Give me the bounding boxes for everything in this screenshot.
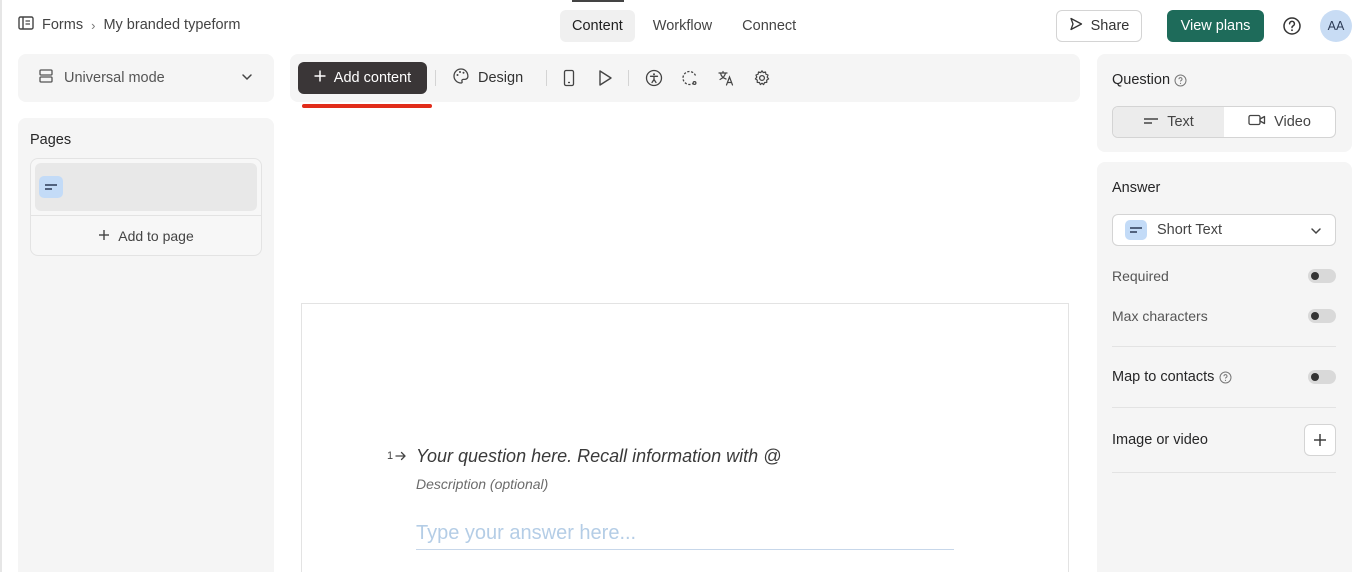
video-icon <box>1248 114 1266 130</box>
plus-icon <box>314 70 326 86</box>
forms-icon <box>18 16 34 34</box>
breadcrumb-forms[interactable]: Forms <box>42 17 83 33</box>
image-video-label: Image or video <box>1112 432 1208 448</box>
palette-icon <box>452 67 470 89</box>
answer-type-select[interactable]: Short Text <box>1112 214 1336 246</box>
avatar[interactable]: AA <box>1320 10 1352 42</box>
share-button[interactable]: Share <box>1056 10 1142 42</box>
required-label: Required <box>1112 268 1169 284</box>
map-contacts-setting: Map to contacts <box>1112 367 1336 387</box>
question-type-text-label: Text <box>1167 114 1194 130</box>
design-label: Design <box>478 70 524 86</box>
breadcrumb: Forms › My branded typeform <box>18 16 240 34</box>
editor-toolbar: Add content Design <box>290 54 1080 102</box>
top-bar: Forms › My branded typeform Content Work… <box>0 0 1369 52</box>
chevron-down-icon <box>1309 224 1323 242</box>
pages-list: Add to page <box>30 158 262 256</box>
max-characters-toggle[interactable] <box>1308 309 1336 323</box>
pages-panel: Pages Add to page <box>18 118 274 572</box>
map-contacts-toggle[interactable] <box>1308 370 1336 384</box>
arrow-right-icon <box>395 451 407 461</box>
page-item[interactable] <box>35 163 257 211</box>
layers-icon <box>38 68 54 88</box>
view-plans-button[interactable]: View plans <box>1167 10 1264 42</box>
info-icon[interactable] <box>1174 74 1187 87</box>
gear-icon[interactable] <box>752 68 772 88</box>
answer-heading: Answer <box>1112 180 1161 196</box>
add-to-page-label: Add to page <box>118 227 194 244</box>
question-type-text[interactable]: Text <box>1113 107 1224 137</box>
map-contacts-heading: Map to contacts <box>1112 369 1232 385</box>
tab-content[interactable]: Content <box>560 10 635 42</box>
tab-workflow[interactable]: Workflow <box>641 10 724 42</box>
pages-title: Pages <box>30 132 72 148</box>
accessibility-icon[interactable] <box>644 68 664 88</box>
text-lines-icon <box>1143 114 1159 130</box>
question-type-video-label: Video <box>1274 114 1311 130</box>
answer-settings: Answer Short Text Required Max character… <box>1097 162 1352 572</box>
tab-connect[interactable]: Connect <box>730 10 808 42</box>
short-text-icon <box>1125 220 1147 240</box>
mode-selector[interactable]: Universal mode <box>18 54 274 102</box>
required-toggle[interactable] <box>1308 269 1336 283</box>
window-edge <box>0 0 2 572</box>
top-nav-indicator <box>572 0 624 2</box>
breadcrumb-form-name[interactable]: My branded typeform <box>103 17 240 33</box>
design-button[interactable]: Design <box>452 62 523 94</box>
panel-divider <box>1112 407 1336 408</box>
question-label: Question <box>1112 72 1171 88</box>
highlight-underline <box>302 104 432 108</box>
help-icon[interactable] <box>1282 16 1302 36</box>
max-characters-label: Max characters <box>1112 308 1208 324</box>
toggle-knob <box>1311 373 1319 381</box>
question-number-label: 1 <box>387 450 394 462</box>
plus-icon <box>1314 434 1326 446</box>
answer-type-label: Short Text <box>1157 222 1223 238</box>
image-video-setting: Image or video <box>1112 424 1336 456</box>
chevron-right-icon: › <box>91 17 96 33</box>
toolbar-divider <box>546 70 547 86</box>
add-media-button[interactable] <box>1304 424 1336 456</box>
add-content-button[interactable]: Add content <box>298 62 427 94</box>
send-icon <box>1069 17 1083 35</box>
short-text-icon <box>39 176 63 198</box>
map-contacts-label: Map to contacts <box>1112 369 1215 385</box>
mobile-preview-icon[interactable] <box>559 68 579 88</box>
chevron-down-icon <box>240 70 254 87</box>
share-label: Share <box>1090 18 1130 34</box>
info-icon[interactable] <box>1219 371 1232 384</box>
panel-divider <box>1112 346 1336 347</box>
translate-icon[interactable] <box>716 68 736 88</box>
top-nav: Content Workflow Connect <box>560 10 808 42</box>
question-title-input[interactable]: Your question here. Recall information w… <box>416 446 781 467</box>
question-settings: Question Text Video <box>1097 54 1352 152</box>
panel-divider <box>1112 472 1336 473</box>
toggle-knob <box>1311 272 1319 280</box>
question-description-input[interactable]: Description (optional) <box>416 476 548 492</box>
toggle-knob <box>1311 312 1319 320</box>
form-canvas: 1 Your question here. Recall information… <box>301 303 1069 572</box>
plus-icon <box>98 228 110 244</box>
required-setting: Required <box>1112 266 1336 286</box>
mode-label: Universal mode <box>64 70 165 86</box>
play-icon[interactable] <box>595 68 615 88</box>
add-to-page-button[interactable]: Add to page <box>31 215 261 255</box>
question-heading: Question <box>1112 72 1187 88</box>
question-number: 1 <box>387 450 407 462</box>
mode-select: Universal mode <box>38 68 165 88</box>
question-type-video[interactable]: Video <box>1224 107 1335 137</box>
add-content-label: Add content <box>333 70 412 86</box>
toolbar-divider <box>435 70 436 86</box>
question-type-toggle: Text Video <box>1112 106 1336 138</box>
toolbar-divider <box>628 70 629 86</box>
max-characters-setting: Max characters <box>1112 306 1336 326</box>
logic-icon[interactable] <box>680 68 700 88</box>
answer-preview-input[interactable] <box>416 518 954 550</box>
